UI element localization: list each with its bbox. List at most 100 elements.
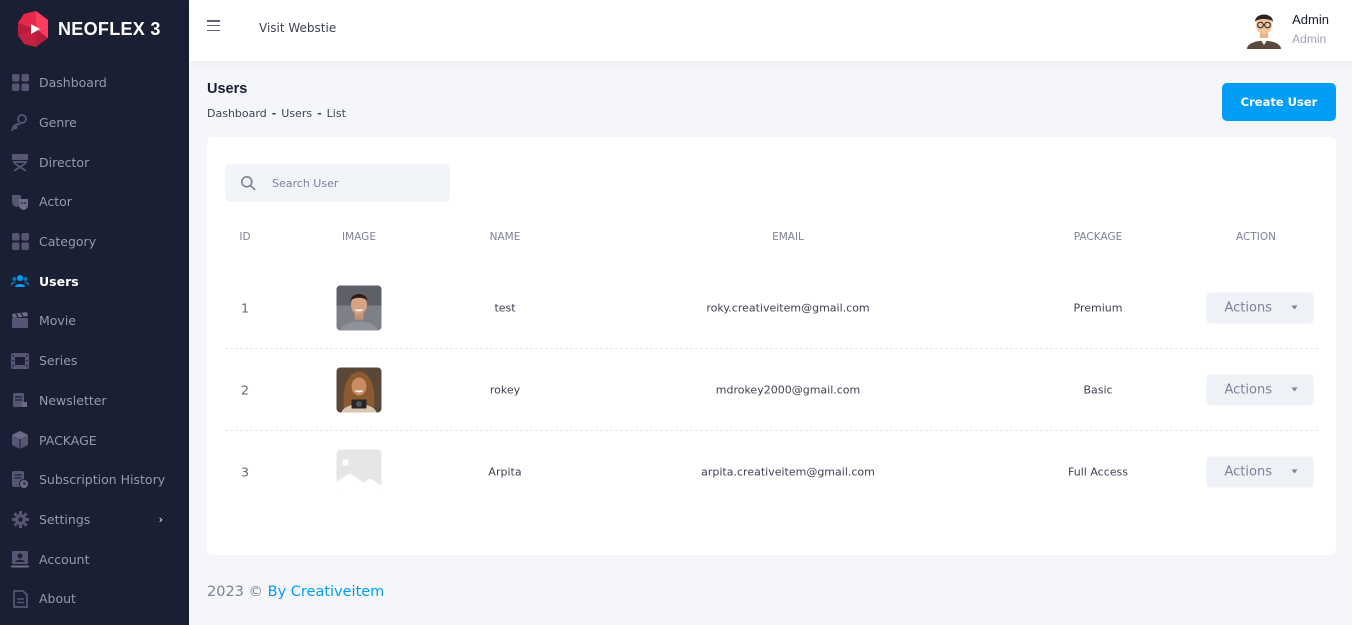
user-role: Admin	[1292, 32, 1327, 46]
series-film-icon	[11, 352, 29, 370]
brand-name: NEOFLEX 3	[58, 18, 161, 39]
neoflex-logo-icon	[18, 11, 48, 47]
actions-label: Actions	[1224, 300, 1273, 315]
caret-down-icon	[1291, 469, 1298, 474]
sidebar-item-users[interactable]: Users	[0, 261, 189, 301]
actions-dropdown-button[interactable]: Actions	[1206, 374, 1314, 405]
sidebar-item-label: Movie	[39, 313, 76, 329]
top-header: Visit Webstie Admin Admin	[189, 0, 1352, 61]
table-row: 3 Arpita arpita.creativeitem@gmail.com F…	[225, 431, 1318, 513]
row-email: mdrokey2000@gmail.com	[715, 383, 861, 396]
chevron-right-icon: ›	[158, 512, 163, 526]
account-icon	[11, 550, 29, 568]
sidebar-item-label: Actor	[39, 194, 72, 210]
category-grid-icon	[11, 233, 29, 251]
genre-user-icon	[11, 113, 29, 132]
sidebar-item-label: Settings	[39, 511, 91, 527]
user-name: Admin	[1292, 12, 1329, 27]
sidebar-item-label: Genre	[39, 115, 77, 131]
row-id: 1	[241, 300, 249, 315]
sidebar-item-label: Category	[39, 234, 97, 250]
sidebar-item-subscription-history[interactable]: Subscription History	[0, 460, 189, 500]
sidebar-item-label: Subscription History	[39, 472, 166, 488]
breadcrumb-dashboard[interactable]: Dashboard	[207, 107, 267, 120]
actions-label: Actions	[1224, 382, 1273, 397]
footer-copyright: 2023 ©	[207, 584, 264, 600]
row-package: Basic	[1083, 383, 1113, 396]
settings-gear-icon	[11, 510, 29, 528]
table-row: 2 rokey mdrokey2000@gmail.com Basic Acti…	[225, 349, 1318, 431]
table-row: 1 test roky.creativeitem@gmail.com Premi…	[225, 267, 1318, 349]
sidebar-item-label: Series	[39, 353, 78, 369]
breadcrumb: Dashboard - Users - List	[207, 107, 346, 120]
theater-masks-icon	[11, 193, 29, 211]
menu-toggle-icon[interactable]	[207, 20, 220, 32]
sidebar-item-label: Account	[39, 551, 90, 567]
sidebar-item-package[interactable]: PACKAGE	[0, 420, 189, 460]
page-title: Users	[207, 81, 248, 97]
sidebar-item-newsletter[interactable]: Newsletter	[0, 381, 189, 421]
create-user-button[interactable]: Create User	[1222, 83, 1336, 121]
column-header-email: EMAIL	[772, 231, 804, 243]
sidebar-item-account[interactable]: Account	[0, 539, 189, 579]
sidebar-item-label: Dashboard	[39, 75, 107, 91]
sidebar-item-dashboard[interactable]: Dashboard	[0, 63, 189, 103]
package-box-icon	[11, 431, 29, 450]
image-placeholder-icon	[336, 449, 382, 495]
sidebar-item-label: Users	[39, 273, 79, 289]
sidebar-item-label: Newsletter	[39, 392, 107, 408]
subscription-history-icon	[11, 470, 29, 489]
user-photo	[336, 285, 382, 330]
search-icon	[241, 176, 256, 191]
user-menu[interactable]: Admin Admin	[1245, 9, 1329, 49]
row-package: Full Access	[1068, 465, 1128, 479]
row-email: roky.creativeitem@gmail.com	[706, 301, 870, 314]
sidebar-item-category[interactable]: Category	[0, 222, 189, 262]
row-id: 3	[241, 464, 249, 480]
footer-credit-link[interactable]: By Creativeitem	[268, 584, 385, 600]
sidebar-item-label: About	[39, 591, 76, 607]
search-input[interactable]	[272, 176, 432, 190]
sidebar-item-movie[interactable]: Movie	[0, 301, 189, 341]
breadcrumb-separator: -	[271, 107, 277, 120]
newsletter-icon	[11, 391, 29, 409]
admin-avatar	[1247, 14, 1282, 49]
search-box[interactable]	[225, 164, 450, 202]
breadcrumb-users[interactable]: Users	[281, 107, 312, 120]
row-name: test	[494, 301, 516, 314]
sidebar-item-settings[interactable]: Settings ›	[0, 500, 189, 540]
sidebar: NEOFLEX 3 Dashboard Genre Director Actor	[0, 0, 189, 625]
caret-down-icon	[1291, 387, 1298, 391]
director-chair-icon	[11, 153, 29, 172]
brand[interactable]: NEOFLEX 3	[18, 11, 161, 47]
clapperboard-icon	[11, 312, 29, 330]
about-document-icon	[11, 589, 29, 608]
actions-dropdown-button[interactable]: Actions	[1206, 292, 1314, 323]
column-header-image: IMAGE	[342, 231, 376, 243]
row-name: Arpita	[488, 465, 522, 479]
sidebar-item-label: PACKAGE	[39, 432, 97, 448]
row-email: arpita.creativeitem@gmail.com	[701, 465, 875, 479]
caret-down-icon	[1291, 305, 1298, 309]
column-header-id: ID	[239, 231, 251, 243]
sidebar-item-director[interactable]: Director	[0, 142, 189, 182]
sidebar-item-genre[interactable]: Genre	[0, 103, 189, 143]
breadcrumb-separator: -	[317, 107, 322, 120]
users-icon	[11, 272, 29, 290]
dashboard-grid-icon	[11, 74, 29, 92]
sidebar-item-label: Director	[39, 154, 90, 170]
column-header-action: ACTION	[1236, 231, 1276, 243]
actions-dropdown-button[interactable]: Actions	[1206, 456, 1314, 488]
row-name: rokey	[489, 383, 521, 396]
users-card: ID IMAGE NAME EMAIL PACKAGE ACTION 1 tes…	[207, 137, 1336, 555]
column-header-package: PACKAGE	[1073, 231, 1123, 243]
user-photo	[336, 367, 382, 412]
row-id: 2	[241, 382, 249, 397]
footer: 2023 © By Creativeitem	[207, 584, 384, 600]
breadcrumb-list: List	[326, 107, 346, 120]
sidebar-item-actor[interactable]: Actor	[0, 182, 189, 222]
sidebar-item-series[interactable]: Series	[0, 341, 189, 381]
visit-website-link[interactable]: Visit Webstie	[259, 21, 336, 35]
actions-label: Actions	[1224, 464, 1273, 480]
sidebar-item-about[interactable]: About	[0, 579, 189, 619]
